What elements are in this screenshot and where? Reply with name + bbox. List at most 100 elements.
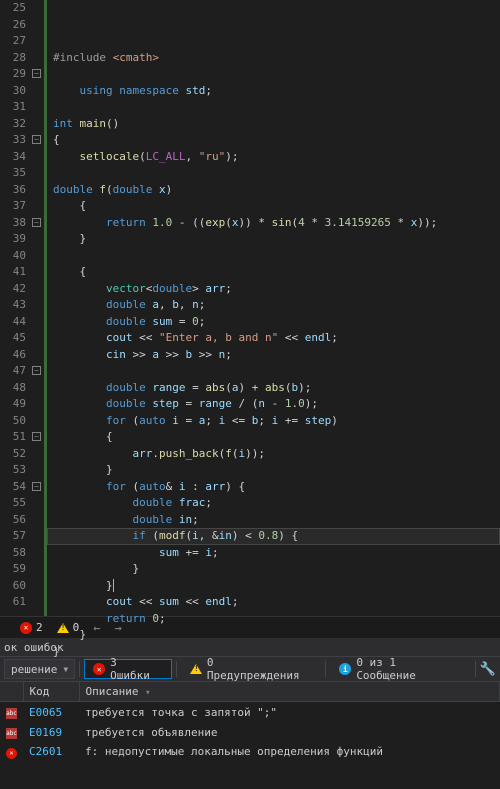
code-line[interactable]: } [51,231,500,248]
code-line[interactable]: } [51,561,500,578]
code-line[interactable]: for (auto& i : arr) { [51,479,500,496]
code-line[interactable]: { [51,264,500,281]
code-line[interactable]: } [51,644,500,661]
fold-toggle[interactable]: − [32,69,41,78]
line-number: 27 [0,33,26,50]
code-line[interactable] [51,99,500,116]
line-number: 40 [0,248,26,265]
code-line[interactable]: double range = abs(a) + abs(b); [51,380,500,397]
code-line[interactable] [51,248,500,265]
line-number: 59 [0,561,26,578]
code-line[interactable] [51,66,500,83]
line-number: 57 [0,528,26,545]
line-number: 60 [0,578,26,595]
line-number: 35 [0,165,26,182]
line-number: 47 [0,363,26,380]
code-line[interactable]: cin >> a >> b >> n; [51,347,500,364]
code-line[interactable]: cout << sum << endl; [51,594,500,611]
col-icon[interactable] [0,682,23,702]
separator [475,661,476,677]
status-error-count[interactable]: ✕ 2 [20,621,43,634]
line-number: 42 [0,281,26,298]
code-line[interactable]: { [51,132,500,149]
code-line[interactable]: arr.push_back(f(i)); [51,446,500,463]
code-line[interactable]: for (auto i = a; i <= b; i += step) [51,413,500,430]
code-line[interactable]: double step = range / (n - 1.0); [51,396,500,413]
code-line[interactable]: double sum = 0; [51,314,500,331]
code-line[interactable]: cout << "Enter a, b and n" << endl; [51,330,500,347]
code-line[interactable]: } [51,627,500,644]
info-icon: i [339,663,351,675]
fold-toggle[interactable]: − [32,432,41,441]
line-number: 30 [0,83,26,100]
error-code-link[interactable]: E0169 [29,726,62,739]
fold-toggle[interactable]: − [32,135,41,144]
code-editor[interactable]: 2526272829303132333435363738394041424344… [0,0,500,616]
error-icon: ✕ [6,748,17,759]
warning-icon [57,623,69,633]
code-line[interactable]: double f(double x) [51,182,500,199]
line-number: 48 [0,380,26,397]
error-row[interactable]: abc E0169 требуется объявление [0,722,500,742]
code-line[interactable]: { [51,429,500,446]
col-description[interactable]: Описание ▾ [79,682,500,702]
col-code[interactable]: Код [23,682,79,702]
messages-filter-pill[interactable]: i 0 из 1 Сообщение [330,659,470,679]
code-line[interactable]: setlocale(LC_ALL, "ru"); [51,149,500,166]
fold-toggle[interactable]: − [32,218,41,227]
code-line[interactable] [51,363,500,380]
intellisense-icon: abc [6,728,17,739]
line-number: 51 [0,429,26,446]
code-line[interactable]: return 0; [51,611,500,628]
fold-column: − − − − − − [30,0,44,616]
line-number: 61 [0,594,26,611]
fold-toggle[interactable]: − [32,366,41,375]
line-number: 29 [0,66,26,83]
error-description: требуется объявление [79,722,500,742]
code-line[interactable]: return 1.0 - ((exp(x)) * sin(4 * 3.14159… [51,215,500,232]
code-line[interactable]: sum += i; [51,545,500,562]
code-line[interactable]: } [51,462,500,479]
code-line[interactable]: if (modf(i, &in) < 0.8) { [51,528,500,545]
code-line[interactable]: double a, b, n; [51,297,500,314]
fold-toggle[interactable]: − [32,482,41,491]
warnings-filter-pill[interactable]: 0 Предупреждения [181,659,321,679]
code-line[interactable]: { [51,198,500,215]
code-area[interactable]: #include <cmath> using namespace std; int… [44,0,500,616]
scope-dropdown[interactable]: решение ▼ [4,659,75,679]
error-row[interactable]: ✕C2601f: недопустимые локальные определе… [0,742,500,762]
build-icon[interactable]: 🔧 [480,662,496,677]
error-code-link[interactable]: C2601 [29,745,62,758]
error-icon: ✕ [93,663,105,675]
line-number: 32 [0,116,26,133]
line-number: 44 [0,314,26,331]
code-line[interactable]: int main() [51,116,500,133]
line-number: 41 [0,264,26,281]
separator [325,661,326,677]
code-line[interactable]: #include <cmath> [51,50,500,67]
code-line[interactable]: double in; [51,512,500,529]
separator [176,661,177,677]
code-line[interactable]: } [51,578,500,595]
line-number: 58 [0,545,26,562]
line-number: 53 [0,462,26,479]
code-line[interactable]: double frac; [51,495,500,512]
line-number: 38 [0,215,26,232]
errors-filter-pill[interactable]: ✕ 3 Ошибки [84,659,172,679]
warning-icon [190,664,202,674]
error-code-link[interactable]: E0065 [29,706,62,719]
intellisense-icon: abc [6,708,17,719]
line-number: 43 [0,297,26,314]
error-description: требуется точка с запятой ";" [79,702,500,723]
error-icon: ✕ [20,622,32,634]
line-number: 39 [0,231,26,248]
error-row[interactable]: abc E0065 требуется точка с запятой ";" [0,702,500,723]
text-caret [113,579,114,592]
line-number: 49 [0,396,26,413]
code-line[interactable]: vector<double> arr; [51,281,500,298]
filter-icon[interactable]: ▾ [145,688,150,698]
line-number: 28 [0,50,26,67]
code-line[interactable]: using namespace std; [51,83,500,100]
code-line[interactable] [51,165,500,182]
line-number: 34 [0,149,26,166]
